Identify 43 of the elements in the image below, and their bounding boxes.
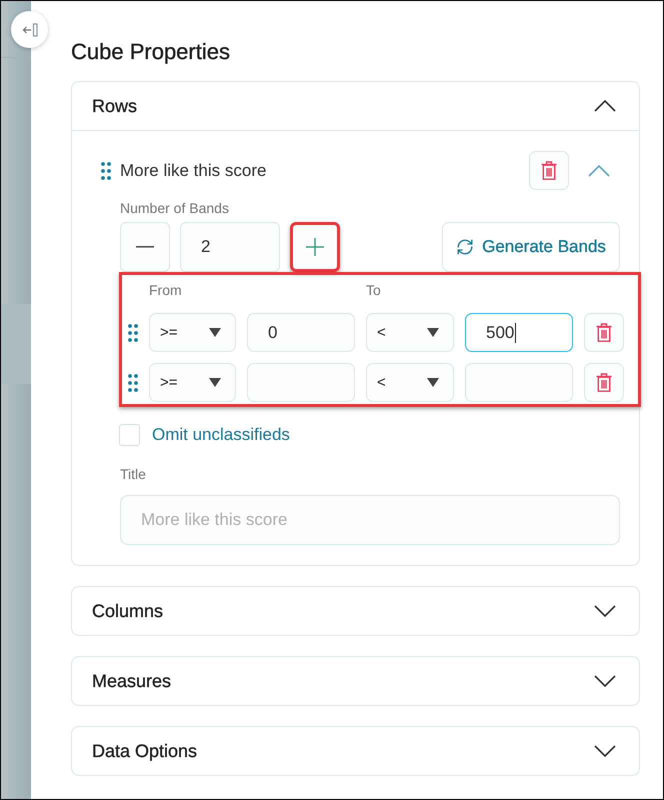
checkbox[interactable]: [119, 424, 140, 446]
increment-button[interactable]: [290, 222, 340, 272]
caret-down-icon: [209, 328, 221, 337]
field-label: Title: [120, 465, 146, 483]
title-input[interactable]: More like this score: [120, 495, 620, 545]
drag-handle-icon[interactable]: [128, 324, 138, 342]
from-value-field[interactable]: [247, 363, 355, 402]
delete-button[interactable]: [584, 363, 624, 402]
operator-select[interactable]: >=: [149, 363, 236, 402]
section-header[interactable]: Measures: [72, 657, 639, 705]
trash-icon: [596, 323, 612, 342]
operator-select[interactable]: <: [366, 363, 454, 402]
operator-select[interactable]: <: [366, 313, 454, 352]
delete-button[interactable]: [584, 313, 624, 352]
plus-icon: [306, 238, 324, 256]
checkbox-label[interactable]: Omit unclassifieds: [152, 425, 290, 445]
to-value-field[interactable]: 500: [465, 313, 573, 352]
refresh-icon: [456, 238, 474, 256]
section-header[interactable]: Columns: [72, 587, 639, 635]
from-value-field[interactable]: 0: [247, 313, 355, 352]
operator-select[interactable]: >=: [149, 313, 236, 352]
column-header: From: [149, 281, 182, 299]
caret-down-icon: [209, 378, 221, 387]
trash-icon: [541, 161, 557, 180]
arrow-to-bar-icon: [22, 22, 38, 36]
caret-down-icon: [427, 328, 439, 337]
panel-title: Cube Properties: [71, 38, 230, 66]
delete-button[interactable]: [529, 151, 569, 190]
drag-handle-icon[interactable]: [128, 374, 138, 392]
section-header[interactable]: Rows: [72, 82, 639, 130]
text-cursor-icon: [515, 322, 516, 342]
collapse-button[interactable]: [11, 11, 48, 48]
generate-bands-button[interactable]: Generate Bands: [442, 222, 620, 272]
column-header: To: [366, 281, 381, 299]
section-header[interactable]: Data Options: [72, 727, 639, 775]
to-value-field[interactable]: [465, 363, 573, 402]
caret-down-icon: [427, 378, 439, 387]
band-count-field[interactable]: 2: [180, 222, 280, 272]
drag-handle-icon[interactable]: [100, 162, 112, 180]
minus-icon: [136, 246, 154, 248]
field-label: Number of Bands: [120, 199, 229, 217]
item-label: More like this score: [120, 160, 266, 180]
trash-icon: [596, 373, 612, 392]
